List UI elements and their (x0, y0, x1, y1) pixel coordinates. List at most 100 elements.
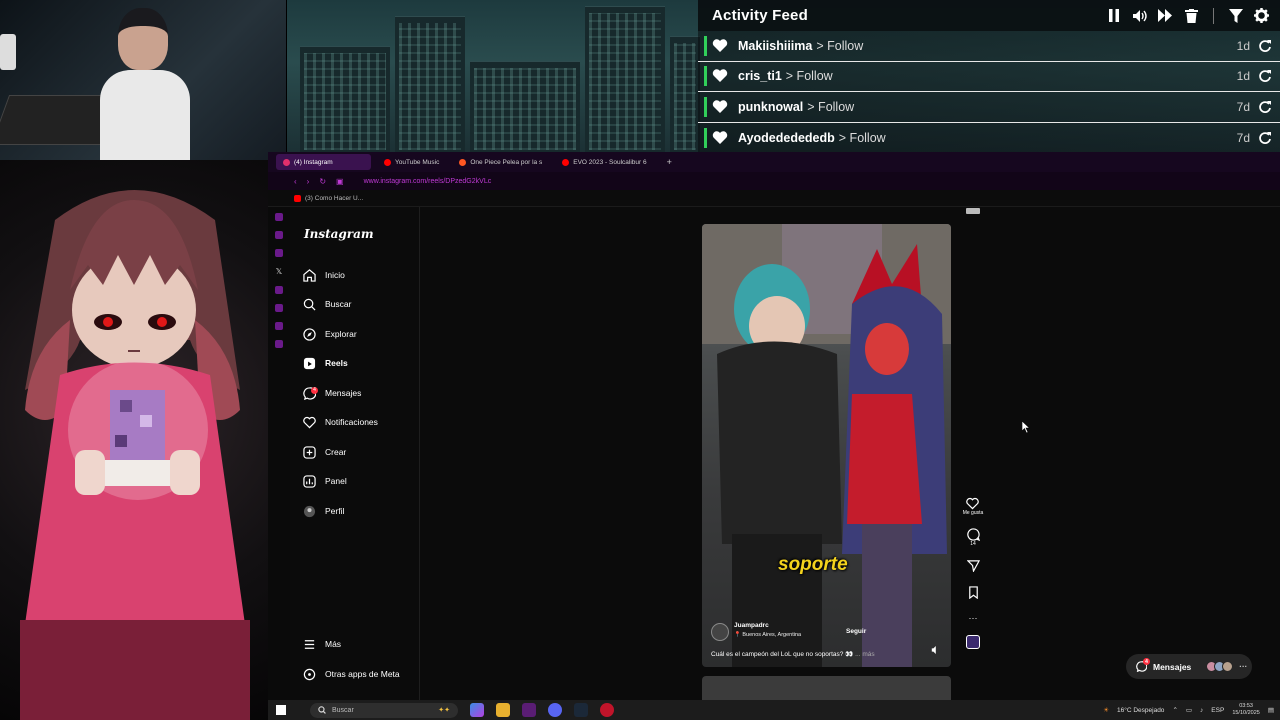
clock[interactable]: 03:53 15/10/2025 (1232, 703, 1260, 717)
feed-username: Makiishiiima (738, 38, 813, 53)
nav-panel[interactable]: Panel (303, 471, 347, 491)
nav-explorar[interactable]: Explorar (303, 324, 357, 344)
replay-icon[interactable] (1258, 69, 1272, 83)
new-tab-button[interactable]: + (660, 154, 679, 170)
nav-crear[interactable]: Crear (303, 442, 346, 462)
windows-start-icon[interactable] (276, 705, 286, 715)
nav-label: Mensajes (325, 388, 362, 398)
opera-gx-icon[interactable] (522, 703, 536, 717)
tab-label: One Piece Pelea por la s (470, 158, 543, 166)
sidebar-app-icon[interactable] (275, 286, 283, 294)
settings-icon[interactable] (1253, 7, 1270, 24)
notification-icon[interactable]: ▤ (1268, 706, 1274, 714)
feed-action: > Follow (838, 130, 886, 145)
crunchyroll-icon (459, 158, 467, 166)
tab-evo[interactable]: EVO 2023 - Soulcalibur 6 (555, 154, 653, 170)
mute-icon[interactable] (931, 646, 939, 654)
youtube-music-icon (384, 158, 391, 166)
sidebar-app-icon[interactable] (275, 213, 283, 221)
bookmark-item[interactable]: (3) Como Hacer U... (305, 195, 363, 202)
feed-username: cris_ti1 (738, 69, 782, 84)
feed-action: > Follow (807, 99, 855, 114)
heart-icon (712, 131, 728, 144)
pause-icon[interactable] (1105, 7, 1122, 24)
reload-icon[interactable]: ↻ (319, 177, 326, 186)
replay-icon[interactable] (1258, 131, 1272, 145)
sidebar-app-icon[interactable] (275, 340, 283, 348)
sidebar-app-icon[interactable] (275, 322, 283, 330)
feed-time: 7d (1236, 99, 1250, 114)
nav-label: Notificaciones (325, 417, 378, 427)
nav-label: Crear (325, 447, 347, 457)
audio-icon[interactable] (966, 208, 980, 214)
sidebar-app-icon[interactable] (275, 249, 283, 257)
volume-icon[interactable]: ♪ (1200, 707, 1203, 714)
save-button[interactable] (967, 586, 980, 599)
tab-instagram[interactable]: (4) Instagram (276, 154, 371, 170)
trash-icon[interactable] (1183, 7, 1200, 24)
desktop: Activity Feed Makiishiiima > Follow 1d c… (0, 0, 1280, 720)
nav-inicio[interactable]: Inicio (303, 265, 345, 285)
reel-caption-overlay: soporte (778, 554, 848, 575)
volume-icon[interactable] (1131, 7, 1148, 24)
nav-mensajes[interactable]: 4 Mensajes (303, 383, 361, 403)
sidebar-app-icon[interactable] (275, 304, 283, 312)
reel-username[interactable]: Juampadrc (734, 622, 769, 629)
nav-meta-apps[interactable]: Otras apps de Meta (303, 664, 400, 684)
instagram-icon (283, 158, 290, 166)
search-icon (318, 706, 326, 714)
follow-button[interactable]: Seguir (846, 628, 866, 635)
clock-time: 03:53 (1239, 703, 1253, 709)
replay-icon[interactable] (1258, 39, 1272, 53)
chevron-up-icon[interactable]: ⌃ (1172, 706, 1177, 714)
avatar[interactable] (711, 623, 729, 641)
obs-icon[interactable] (600, 703, 614, 717)
caption-text: Cuál es el campeón del LoL que no soport… (711, 651, 854, 658)
audio-thumbnail[interactable] (966, 635, 980, 649)
like-button[interactable]: Me gusta (962, 497, 984, 516)
plus-icon (303, 445, 316, 459)
reel-actions: Me gusta 14 ··· (958, 497, 988, 649)
feed-time: 1d (1236, 69, 1250, 84)
next-reel-preview[interactable] (702, 676, 951, 700)
back-icon[interactable]: ‹ (294, 177, 297, 186)
grid-icon (303, 668, 316, 680)
chart-icon (303, 474, 316, 488)
steam-icon[interactable] (574, 703, 588, 717)
messages-pill[interactable]: 4 Mensajes ··· (1126, 654, 1252, 679)
instagram-logo[interactable]: Instagram (304, 227, 374, 241)
skip-icon[interactable] (1157, 7, 1174, 24)
x-icon[interactable]: 𝕏 (276, 267, 282, 276)
network-icon[interactable]: ▭ (1186, 706, 1192, 714)
comment-count: 14 (970, 541, 976, 547)
reel-video[interactable]: soporte Juampadrc 📍 Buenos Aires, Argent… (702, 224, 951, 667)
file-explorer-icon[interactable] (496, 703, 510, 717)
mouse-cursor (1022, 421, 1030, 433)
activity-feed-item: Ayodededededb > Follow 7d (698, 122, 1280, 153)
url-field[interactable]: www.instagram.com/reels/DPzedG2kVLc (364, 178, 492, 185)
nav-perfil[interactable]: Perfil (303, 501, 344, 521)
comment-button[interactable]: 14 (966, 528, 980, 547)
tab-one-piece[interactable]: One Piece Pelea por la s (452, 154, 549, 170)
filter-icon[interactable] (1227, 7, 1244, 24)
copilot-icon[interactable] (470, 703, 484, 717)
reel-caption: Cuál es el campeón del LoL que no soport… (711, 650, 875, 658)
share-button[interactable] (966, 559, 980, 572)
language-indicator[interactable]: ESP (1211, 707, 1224, 714)
nav-reels[interactable]: Reels (303, 353, 348, 373)
discord-icon[interactable] (548, 703, 562, 717)
more-link[interactable]: ... más (855, 651, 875, 658)
weather-text[interactable]: 16°C Despejado (1117, 707, 1164, 714)
feed-username: Ayodededededb (738, 130, 835, 145)
replay-icon[interactable] (1258, 100, 1272, 114)
more-options-icon[interactable]: ··· (969, 613, 978, 623)
sidebar-app-icon[interactable] (275, 231, 283, 239)
like-label: Me gusta (962, 510, 984, 516)
taskbar-search[interactable]: Buscar ✦✦ (310, 702, 458, 718)
forward-icon[interactable]: › (307, 177, 310, 186)
nav-buscar[interactable]: Buscar (303, 294, 351, 314)
browser-sidebar: 𝕏 (268, 207, 290, 700)
nav-notificaciones[interactable]: Notificaciones (303, 412, 378, 432)
nav-mas[interactable]: Más (303, 634, 341, 654)
tab-youtube-music[interactable]: YouTube Music (377, 154, 446, 170)
